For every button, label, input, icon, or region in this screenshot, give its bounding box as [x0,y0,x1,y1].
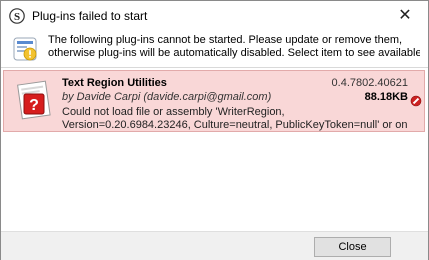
question-document-icon: ? [17,80,51,120]
rhino-s-icon: S [9,8,25,24]
title-bar[interactable]: S Plug-ins failed to start ✕ [1,1,428,31]
window-title: Plug-ins failed to start [32,9,148,23]
plugin-list[interactable]: ? Text Region Utilities 0.4.7802.40621 b… [1,67,428,232]
footer-bar: Close [1,231,428,260]
close-icon[interactable]: ✕ [382,1,428,31]
plugin-list-item[interactable]: ? Text Region Utilities 0.4.7802.40621 b… [3,70,425,132]
header-line-1: The following plug-ins cannot be started… [48,34,403,46]
close-button[interactable]: Close [314,237,391,257]
plugin-name: Text Region Utilities [62,77,167,89]
header-line-2: otherwise plug-ins will be automatically… [48,47,420,59]
error-blocked-icon [410,95,422,107]
plugin-author: by Davide Carpi (davide.carpi@gmail.com) [62,91,272,103]
plugin-size: 88.18KB [364,91,408,103]
svg-text:S: S [14,11,20,23]
plugin-version: 0.4.7802.40621 [331,77,408,89]
warning-info-icon [13,37,37,61]
plugin-error-message: Could not load file or assembly 'WriterR… [62,106,407,132]
plugin-error-line-1: Could not load file or assembly 'WriterR… [62,106,285,118]
header-message: The following plug-ins cannot be started… [1,31,428,67]
svg-text:?: ? [29,97,39,114]
header-text: The following plug-ins cannot be started… [48,34,420,60]
plugin-error-line-2: Version=0.20.6984.23246, Culture=neutral… [62,119,407,131]
plugins-failed-dialog: S Plug-ins failed to start ✕ The followi… [0,0,429,260]
